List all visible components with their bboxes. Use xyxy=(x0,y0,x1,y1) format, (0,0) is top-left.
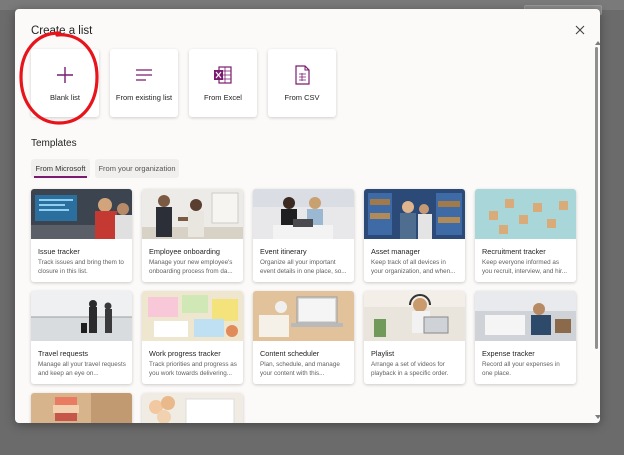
template-card-expense-tracker[interactable]: Expense tracker Record all your expenses… xyxy=(475,291,576,384)
template-title: Travel requests xyxy=(38,349,89,358)
template-image xyxy=(31,189,132,239)
template-title: Expense tracker xyxy=(482,349,535,358)
template-title: Content scheduler xyxy=(260,349,320,358)
tab-from-microsoft[interactable]: From Microsoft xyxy=(31,159,90,178)
scroll-up-arrow[interactable] xyxy=(595,41,600,45)
list-lines-icon xyxy=(136,69,152,81)
template-description: Track issues and bring them to closure i… xyxy=(38,259,124,275)
scroll-thumb[interactable] xyxy=(595,47,598,349)
template-image xyxy=(31,393,132,423)
template-title: Employee onboarding xyxy=(149,247,220,256)
from-excel-button[interactable]: From Excel xyxy=(189,49,257,117)
template-image xyxy=(253,291,354,341)
template-card-content-scheduler[interactable]: Content scheduler Plan, schedule, and ma… xyxy=(253,291,354,384)
template-image xyxy=(475,291,576,341)
template-card-travel-requests[interactable]: Travel requests Manage all your travel r… xyxy=(31,291,132,384)
scrollbar[interactable] xyxy=(595,41,600,423)
template-title: Recruitment tracker xyxy=(482,247,546,256)
template-description: Arrange a set of videos for playback in … xyxy=(371,361,449,377)
template-description: Track priorities and progress as you wor… xyxy=(149,361,237,377)
template-card-employee-onboarding[interactable]: Employee onboarding Manage your new empl… xyxy=(142,189,243,282)
template-image xyxy=(142,393,243,423)
from-existing-list-label: From existing list xyxy=(115,93,173,102)
excel-icon xyxy=(214,66,232,84)
template-description: Keep track of all devices in your organi… xyxy=(371,259,456,275)
template-card-asset-manager[interactable]: Asset manager Keep track of all devices … xyxy=(364,189,465,282)
template-image xyxy=(364,189,465,239)
template-image xyxy=(142,291,243,341)
template-description: Keep everyone informed as you recruit, i… xyxy=(482,259,568,275)
template-title: Event itinerary xyxy=(260,247,307,256)
from-csv-button[interactable]: From CSV xyxy=(268,49,336,117)
template-card-issue-tracker[interactable]: Issue tracker Track issues and bring the… xyxy=(31,189,132,282)
csv-file-icon xyxy=(295,65,310,85)
from-excel-label: From Excel xyxy=(204,93,242,102)
template-image xyxy=(31,291,132,341)
template-card-recruitment-tracker[interactable]: Recruitment tracker Keep everyone inform… xyxy=(475,189,576,282)
tab-from-your-organization[interactable]: From your organization xyxy=(95,159,179,178)
template-card-partial[interactable] xyxy=(142,393,243,423)
template-card-work-progress-tracker[interactable]: Work progress tracker Track priorities a… xyxy=(142,291,243,384)
template-image xyxy=(475,189,576,239)
template-title: Playlist xyxy=(371,349,395,358)
from-csv-label: From CSV xyxy=(284,93,320,102)
template-card-partial[interactable] xyxy=(31,393,132,423)
template-description: Manage your new employee's onboarding pr… xyxy=(149,259,233,275)
create-list-dialog: Create a list Blank list From existing l… xyxy=(15,9,600,423)
template-title: Issue tracker xyxy=(38,247,80,256)
from-existing-list-button[interactable]: From existing list xyxy=(110,49,178,117)
template-card-playlist[interactable]: Playlist Arrange a set of videos for pla… xyxy=(364,291,465,384)
template-image xyxy=(364,291,465,341)
template-description: Plan, schedule, and manage your content … xyxy=(260,361,340,377)
close-icon[interactable] xyxy=(573,23,587,37)
annotation-circle xyxy=(19,31,99,125)
template-image xyxy=(142,189,243,239)
scroll-down-arrow[interactable] xyxy=(595,415,600,419)
template-title: Work progress tracker xyxy=(149,349,221,358)
templates-heading: Templates xyxy=(31,138,77,149)
template-image xyxy=(253,189,354,239)
template-description: Organize all your important event detail… xyxy=(260,259,347,275)
template-card-event-itinerary[interactable]: Event itinerary Organize all your import… xyxy=(253,189,354,282)
template-title: Asset manager xyxy=(371,247,421,256)
template-description: Record all your expenses in one place. xyxy=(482,361,560,377)
template-description: Manage all your travel requests and keep… xyxy=(38,361,126,377)
